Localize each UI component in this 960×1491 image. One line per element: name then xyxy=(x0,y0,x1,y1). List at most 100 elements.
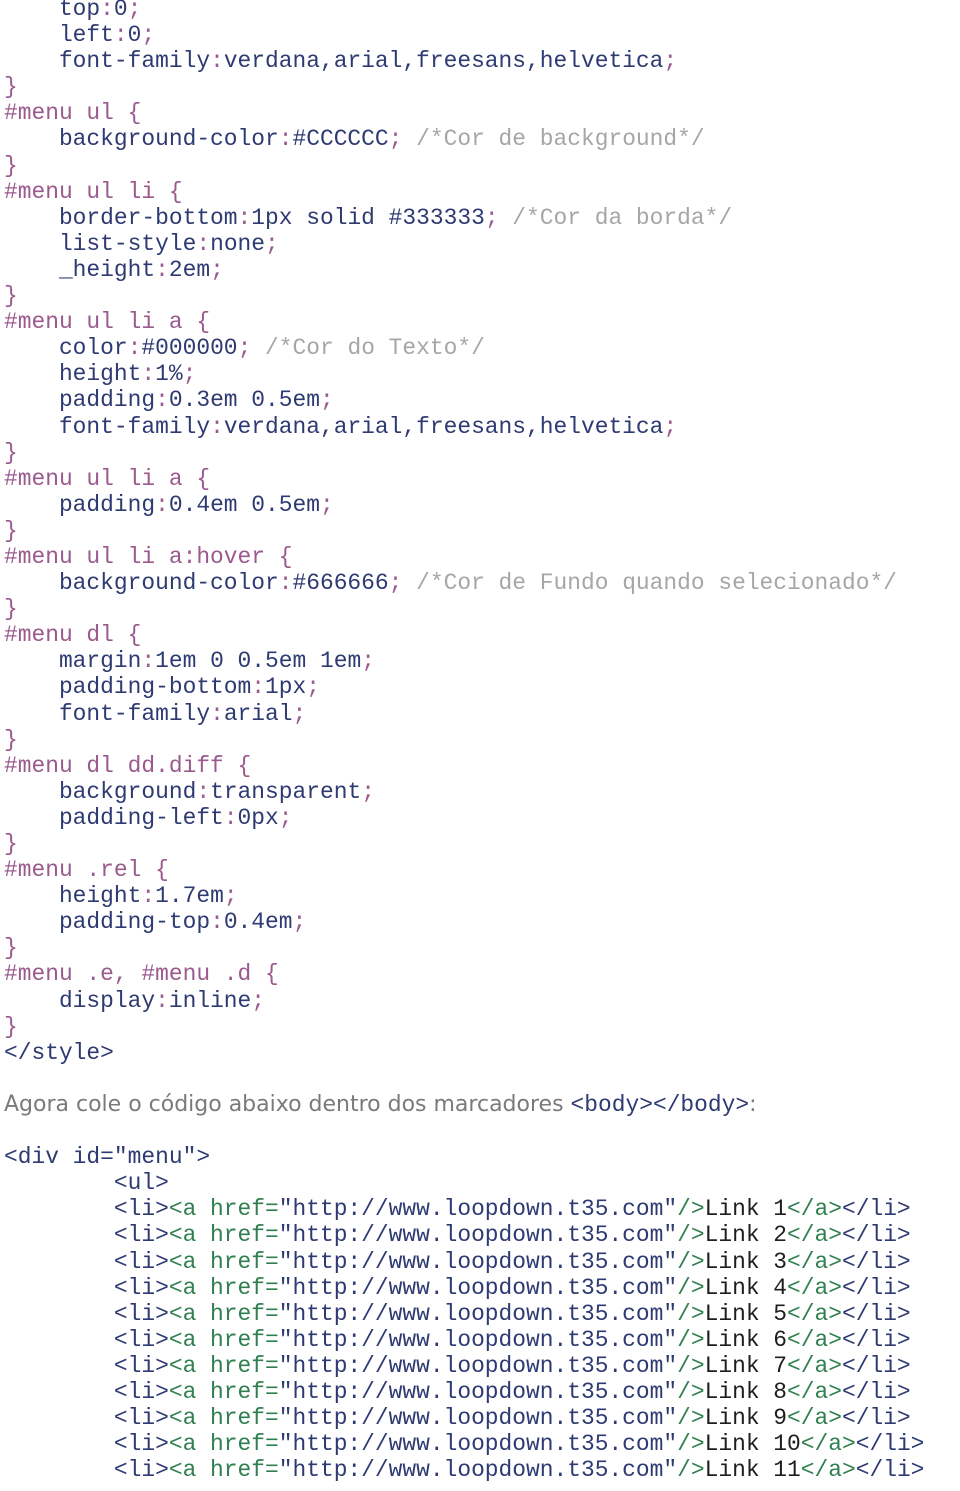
code-token: "http://www.loopdown.t35.com" xyxy=(278,1248,678,1275)
code-token: </li> xyxy=(841,1222,911,1249)
code-token: Link 7 xyxy=(704,1352,788,1379)
code-token: </a> xyxy=(787,1405,842,1432)
code-token: <a href= xyxy=(168,1457,279,1484)
code-token: </li> xyxy=(841,1405,911,1432)
css-code-line: } xyxy=(4,74,924,100)
menu-link-line: <li><a href="http://www.loopdown.t35.com… xyxy=(4,1275,924,1301)
code-token: <li> xyxy=(4,1248,169,1275)
code-token: #menu dl dd.diff { xyxy=(4,752,252,779)
code-token: </li> xyxy=(841,1300,911,1327)
menu-link-line: <li><a href="http://www.loopdown.t35.com… xyxy=(4,1222,924,1248)
code-token: : xyxy=(141,361,156,388)
code-token: #menu ul li a { xyxy=(4,465,211,492)
code-token: #CCCCCC xyxy=(292,126,389,153)
code-token: </a> xyxy=(787,1248,842,1275)
code-token: : xyxy=(223,804,238,831)
code-token: } xyxy=(4,726,18,753)
code-token: Link 4 xyxy=(704,1274,788,1301)
code-token: } xyxy=(4,596,18,623)
code-token: <li> xyxy=(4,1352,169,1379)
code-token: <li> xyxy=(4,1222,169,1249)
menu-link-line: <li><a href="http://www.loopdown.t35.com… xyxy=(4,1301,924,1327)
code-token: } xyxy=(4,517,18,544)
css-code-line: list-style:none; xyxy=(4,231,924,257)
code-token: : xyxy=(196,230,211,257)
code-token: <div id="menu"> xyxy=(4,1144,211,1171)
css-code-line: background-color:#666666; /*Cor de Fundo… xyxy=(4,570,924,596)
code-token: <a href= xyxy=(168,1222,279,1249)
code-token: ; xyxy=(388,126,417,153)
document-page: top:0; left:0; font-family:verdana,arial… xyxy=(4,0,924,1483)
code-token: ; xyxy=(361,648,375,675)
code-token: <a href= xyxy=(168,1274,279,1301)
css-code-line: #menu dl { xyxy=(4,622,924,648)
code-token: <li> xyxy=(4,1405,169,1432)
css-code-line: height:1%; xyxy=(4,361,924,387)
code-token: </li> xyxy=(841,1196,911,1223)
css-code-line: } xyxy=(4,1014,924,1040)
css-code-line: } xyxy=(4,518,924,544)
code-token: <a href= xyxy=(168,1196,279,1223)
css-code-line: font-family:arial; xyxy=(4,701,924,727)
code-token: ; xyxy=(388,570,417,597)
code-token: "http://www.loopdown.t35.com" xyxy=(278,1431,678,1458)
code-token: /> xyxy=(677,1222,705,1249)
code-token: /*Cor de background*/ xyxy=(416,126,705,153)
css-code-line: font-family:verdana,arial,freesans,helve… xyxy=(4,48,924,74)
css-code-line: } xyxy=(4,440,924,466)
code-token: #666666 xyxy=(292,570,389,597)
code-token: } xyxy=(4,152,18,179)
code-token: ; xyxy=(484,204,513,231)
css-code-line: display:inline; xyxy=(4,988,924,1014)
code-token: 0.4em 0.5em xyxy=(168,491,320,518)
instruction-text: Agora cole o código abaixo dentro dos ma… xyxy=(4,1091,571,1117)
css-code-line: padding:0.4em 0.5em; xyxy=(4,492,924,518)
code-token: </a> xyxy=(787,1300,842,1327)
code-token: #menu .rel { xyxy=(4,857,169,884)
code-token: </a> xyxy=(787,1326,842,1353)
css-code-line: color:#000000; /*Cor do Texto*/ xyxy=(4,335,924,361)
code-token: : xyxy=(155,256,169,283)
code-token: ; xyxy=(141,22,156,49)
code-token: Link 2 xyxy=(704,1222,788,1249)
code-token: ; xyxy=(361,778,375,805)
code-token: ; xyxy=(319,491,334,518)
code-token: ; xyxy=(663,413,678,440)
css-code-line: #menu .rel { xyxy=(4,857,924,883)
css-code-line: height:1.7em; xyxy=(4,883,924,909)
code-token: background xyxy=(4,778,197,805)
code-token: </li> xyxy=(841,1352,911,1379)
code-token: border-bottom xyxy=(4,204,238,231)
menu-link-line: <li><a href="http://www.loopdown.t35.com… xyxy=(4,1196,924,1222)
css-code-line: font-family:verdana,arial,freesans,helve… xyxy=(4,414,924,440)
css-code-line: padding-left:0px; xyxy=(4,805,924,831)
code-token: </a> xyxy=(787,1222,842,1249)
code-token: height xyxy=(4,883,142,910)
code-token: 0.3em 0.5em xyxy=(168,387,320,414)
code-token: : xyxy=(210,413,224,440)
code-token: transparent xyxy=(210,778,362,805)
code-token: "http://www.loopdown.t35.com" xyxy=(278,1300,678,1327)
instruction-suffix: : xyxy=(749,1091,757,1117)
code-token: #menu .e, #menu .d { xyxy=(4,961,279,988)
code-token: </style> xyxy=(4,1039,114,1066)
code-token: 0.4em xyxy=(223,909,293,936)
code-token: "http://www.loopdown.t35.com" xyxy=(278,1274,678,1301)
code-token: padding xyxy=(4,491,156,518)
code-token: } xyxy=(4,831,18,857)
code-token: } xyxy=(4,935,18,962)
css-code-line: background-color:#CCCCCC; /*Cor de backg… xyxy=(4,126,924,152)
code-token: <a href= xyxy=(168,1352,279,1379)
code-token: /> xyxy=(677,1196,705,1223)
code-token: "http://www.loopdown.t35.com" xyxy=(278,1196,678,1223)
css-code-line: } xyxy=(4,153,924,179)
code-token: 2em xyxy=(168,256,211,283)
code-token: #menu ul li a:hover { xyxy=(4,543,293,570)
code-token: <li> xyxy=(4,1378,169,1405)
code-token: /> xyxy=(677,1248,705,1275)
code-token: /> xyxy=(677,1405,705,1432)
code-token: <li> xyxy=(4,1274,169,1301)
css-code-line: } xyxy=(4,283,924,309)
code-token: font-family xyxy=(4,413,211,440)
code-token: ; xyxy=(127,0,142,22)
